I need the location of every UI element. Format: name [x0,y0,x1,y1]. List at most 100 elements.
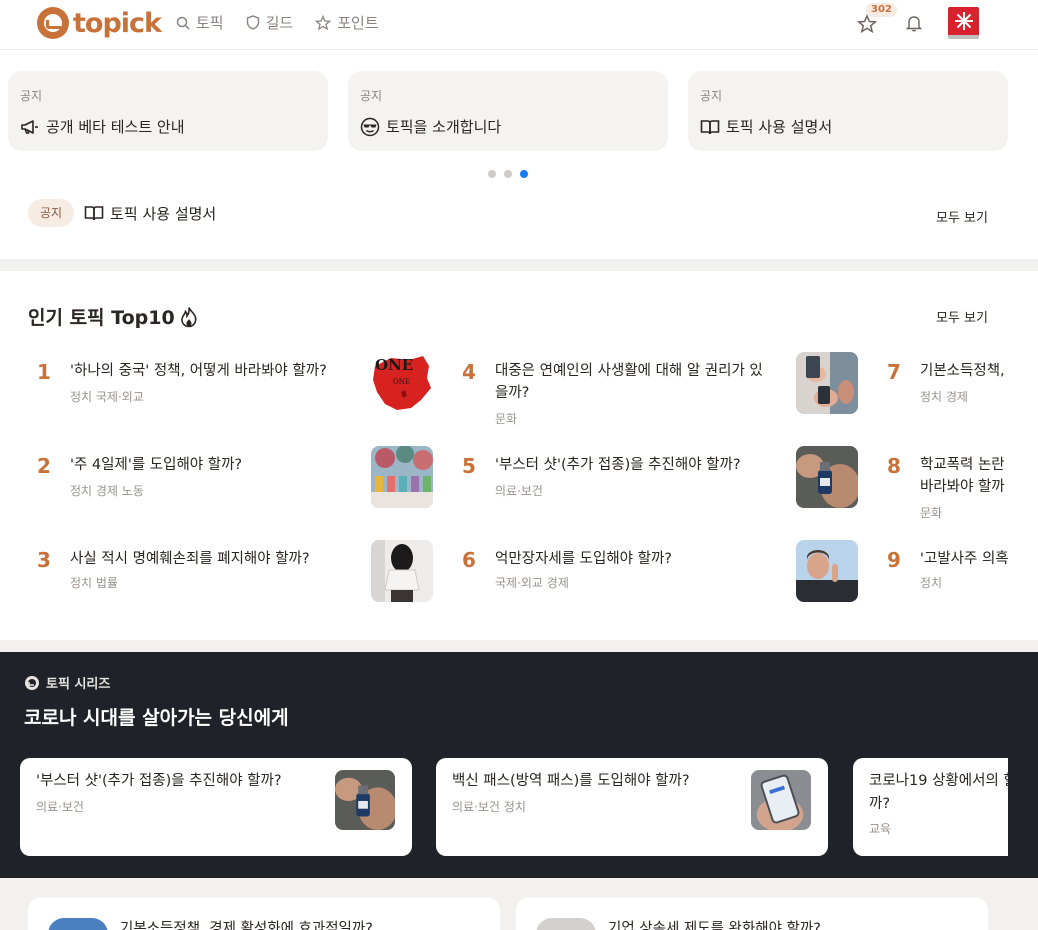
topic-thumbnail-woman [371,540,433,602]
bottom-topic-card[interactable]: 기본소득정책, 경제 활성화에 효과적일까? [28,898,500,930]
notice-card-title-row: 공개 베타 테스트 안내 [20,116,316,137]
notice-row-title: 토픽 사용 설명서 [110,204,217,223]
nav-topic[interactable]: 토픽 [176,12,224,33]
notice-card-3[interactable]: 공지 토픽 사용 설명서 [688,71,1008,151]
notice-card-label: 공지 [20,89,43,103]
topic-tags: 문화 [920,506,943,520]
topic-title: 대중은 연예인의 사생활에 대해 알 권리가 있을까? [495,363,763,401]
avatar-sparkle-icon [954,12,973,30]
series-card-title: '부스터 샷'(추가 접종)을 추진해야 할까? [36,773,282,789]
bell-icon [905,16,923,32]
shield-icon [246,15,259,30]
series-card[interactable]: 코로나19 상황에서의 할까? 교육 [853,758,1008,856]
notice-card-label: 공지 [700,89,723,103]
notice-card-1[interactable]: 공지 공개 베타 테스트 안내 [8,71,328,151]
topic-item[interactable]: 3 사실 적시 명예훼손죄를 폐지해야 할까? 정치 법률 [28,540,433,610]
topic-thumbnail-work-week [371,446,433,508]
topic-tags: 문화 [495,412,518,426]
series-card[interactable]: 백신 패스(방역 패스)를 도입해야 할까? 의료·보건 정치 [436,758,828,856]
top-header: topick 토픽 길드 포인트 302 [0,0,1038,50]
topic-tags: 정치 경제 [920,390,968,404]
bottom-topic-card[interactable]: 기업 상속세 제도를 완화해야 할까? [516,898,988,930]
series-label-row: 토픽 시리즈 [24,673,110,692]
topic-item[interactable]: 7 기본소득정책, 정치 경제 [878,360,1038,422]
series-card-tags: 의료·보건 [36,800,84,814]
topic-title: '하나의 중국' 정책, 어떻게 바라봐야 할까? [70,363,327,379]
points-badge: 302 [866,3,897,17]
top10-title: 인기 토픽 Top10 [28,307,175,329]
topic-item[interactable]: 8 학교폭력 논란 바라봐야 할까 문화 [878,454,1038,520]
nav-guild-label: 길드 [265,14,294,32]
topic-item[interactable]: 6 억만장자세를 도입해야 할까? 국제·외교 경제 [453,540,858,610]
topic-tags: 국제·외교 경제 [495,576,569,590]
nav-point-label: 포인트 [337,14,379,32]
topic-title: 사실 적시 명예훼손죄를 폐지해야 할까? [70,551,310,567]
top10-heading: 인기 토픽 Top10 [28,303,199,330]
notice-card-title: 토픽을 소개합니다 [386,118,502,136]
notice-see-all-link[interactable]: 모두 보기 [936,207,988,226]
series-card-tags: 교육 [869,822,892,836]
topic-item[interactable]: 4 대중은 연예인의 사생활에 대해 알 권리가 있을까? 문화 [453,352,858,426]
carousel-dot[interactable] [504,170,512,178]
book-icon [700,119,720,134]
topic-item[interactable]: 1 '하나의 중국' 정책, 어떻게 바라봐야 할까? 정치 국제·외교 ONE… [28,352,433,422]
nav-topic-label: 토픽 [196,14,224,32]
megaphone-icon [21,119,38,134]
topic-rank: 4 [462,360,476,384]
fire-icon [180,306,197,327]
series-card[interactable]: '부스터 샷'(추가 접종)을 추진해야 할까? 의료·보건 [20,758,412,856]
carousel-dots [488,170,528,178]
series-card-tags: 의료·보건 정치 [452,800,526,814]
section-divider [0,640,1038,652]
topic-thumbnail-phones [796,352,858,414]
notice-card-title-row: 토픽을 소개합니다 [360,116,656,137]
points-button[interactable]: 302 [857,3,897,34]
top10-see-all-link[interactable]: 모두 보기 [936,307,988,326]
topic-item[interactable]: 9 '고발사주 의혹 정치 [878,548,1038,610]
notice-row-title-wrap: 토픽 사용 설명서 [84,203,216,224]
topick-logo[interactable]: topick [37,6,162,40]
carousel-dot-active[interactable] [520,170,528,178]
star-outline-icon [857,14,877,34]
topic-thumbnail-vaccine-vial [796,446,858,508]
series-card-title: 코로나19 상황에서의 할까? [869,773,1008,812]
svg-text:ONE: ONE [393,378,410,386]
bottom-card-thumbnail [536,918,596,930]
series-label: 토픽 시리즈 [46,677,111,692]
topic-rank: 5 [462,454,476,478]
notice-card-2[interactable]: 공지 토픽을 소개합니다 [348,71,668,151]
topic-rank: 2 [37,454,51,478]
topic-item[interactable]: 2 '주 4일제'를 도입해야 할까? 정치 경제 노동 [28,446,433,516]
topic-tags: 정치 경제 노동 [70,484,144,498]
svg-text:ONE: ONE [375,356,413,374]
series-card-thumbnail-vaccine [335,770,395,830]
nav-guild[interactable]: 길드 [246,12,294,33]
topic-title: '고발사주 의혹 [920,551,1009,567]
carousel-dot[interactable] [488,170,496,178]
topic-rank: 1 [37,360,51,384]
notice-card-title-row: 토픽 사용 설명서 [700,116,996,137]
bottom-card-title: 기업 상속세 제도를 완화해야 할까? [608,921,821,930]
topic-title: '부스터 샷'(추가 접종)을 추진해야 할까? [495,457,741,473]
topic-series-section: 토픽 시리즈 코로나 시대를 살아가는 당신에게 '부스터 샷'(추가 접종)을… [0,652,1038,878]
topic-title: '주 4일제'를 도입해야 할까? [70,457,243,473]
logo-mark-icon [37,7,69,39]
topic-thumbnail-businessman [796,540,858,602]
notice-pill: 공지 [28,199,75,227]
notice-card-label: 공지 [360,89,383,103]
book-icon [84,206,104,221]
topic-rank: 6 [462,548,476,572]
topic-tags: 정치 법률 [70,576,118,590]
notification-button[interactable] [905,14,923,36]
topic-tags: 의료·보건 [495,484,543,498]
series-title: 코로나 시대를 살아가는 당신에게 [24,707,289,729]
topic-item[interactable]: 5 '부스터 샷'(추가 접종)을 추진해야 할까? 의료·보건 [453,446,858,516]
nav-point[interactable]: 포인트 [315,12,379,33]
logo-text: topick [73,7,162,39]
bottom-card-title: 기본소득정책, 경제 활성화에 효과적일까? [120,921,373,930]
search-icon [176,16,190,30]
user-avatar[interactable] [948,7,979,39]
topic-title: 억만장자세를 도입해야 할까? [495,551,672,567]
notice-row[interactable]: 공지 토픽 사용 설명서 [28,199,216,227]
bottom-card-thumbnail [48,918,108,930]
